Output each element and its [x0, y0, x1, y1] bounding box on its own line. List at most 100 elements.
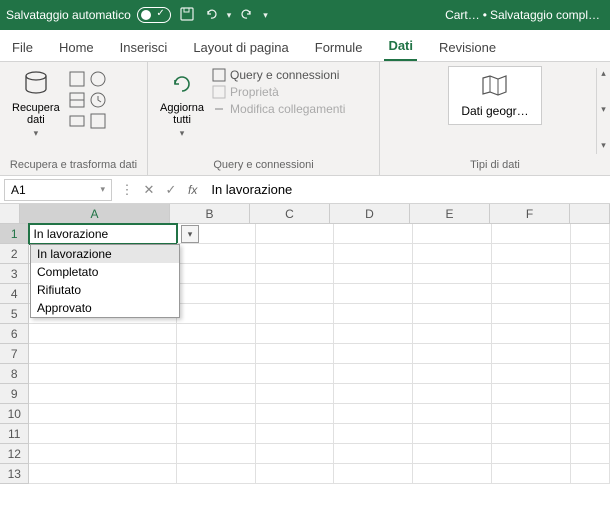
cell[interactable] — [571, 424, 610, 444]
from-text-icon[interactable] — [68, 70, 86, 88]
confirm-icon[interactable]: ✓ — [160, 182, 182, 198]
cell[interactable] — [492, 404, 571, 424]
cell[interactable] — [29, 444, 176, 464]
dropdown-option[interactable]: Completato — [31, 263, 179, 281]
formula-input[interactable]: In lavorazione — [203, 182, 610, 197]
row-header-8[interactable]: 8 — [0, 364, 29, 384]
cell[interactable] — [29, 364, 176, 384]
row-header-7[interactable]: 7 — [0, 344, 29, 364]
col-header-D[interactable]: D — [330, 204, 410, 224]
cell[interactable] — [256, 284, 335, 304]
cell[interactable] — [492, 244, 571, 264]
cell[interactable] — [256, 404, 335, 424]
row-header-3[interactable]: 3 — [0, 264, 29, 284]
name-box[interactable]: A1 ▾ — [4, 179, 112, 201]
cell[interactable] — [334, 364, 413, 384]
cell[interactable] — [413, 264, 492, 284]
chevron-down-icon[interactable]: ▾ — [227, 10, 232, 21]
cell[interactable] — [413, 344, 492, 364]
col-header-C[interactable]: C — [250, 204, 330, 224]
cell[interactable] — [177, 404, 256, 424]
row-header-6[interactable]: 6 — [0, 324, 29, 344]
cell[interactable] — [177, 384, 256, 404]
cell[interactable] — [492, 264, 571, 284]
tab-formule[interactable]: Formule — [311, 34, 367, 61]
existing-conn-icon[interactable] — [68, 112, 86, 130]
cell[interactable] — [29, 324, 176, 344]
cell[interactable] — [177, 284, 256, 304]
cell[interactable] — [334, 324, 413, 344]
cell[interactable] — [256, 324, 335, 344]
col-header-F[interactable]: F — [490, 204, 570, 224]
cell[interactable] — [177, 324, 256, 344]
cell[interactable] — [413, 244, 492, 264]
scroll-more-icon[interactable]: ▾ — [597, 140, 610, 154]
row-header-10[interactable]: 10 — [0, 404, 29, 424]
cell[interactable] — [571, 244, 610, 264]
cell[interactable] — [177, 364, 256, 384]
cell[interactable] — [29, 424, 176, 444]
tab-revisione[interactable]: Revisione — [435, 34, 500, 61]
dropdown-option[interactable]: Approvato — [31, 299, 179, 317]
cell[interactable] — [413, 404, 492, 424]
cell[interactable] — [334, 284, 413, 304]
query-connessioni-cmd[interactable]: Query e connessioni — [212, 68, 345, 82]
cell[interactable] — [256, 224, 335, 244]
cell[interactable] — [29, 344, 176, 364]
cell[interactable] — [492, 464, 571, 484]
cell[interactable] — [177, 464, 256, 484]
cell[interactable] — [334, 444, 413, 464]
cancel-icon[interactable]: ✕ — [138, 182, 160, 198]
cell[interactable] — [334, 264, 413, 284]
row-header-12[interactable]: 12 — [0, 444, 29, 464]
tab-inserisci[interactable]: Inserisci — [116, 34, 172, 61]
fx-icon[interactable]: fx — [182, 183, 203, 197]
cell[interactable] — [492, 424, 571, 444]
row-header-9[interactable]: 9 — [0, 384, 29, 404]
more-icon[interactable] — [89, 112, 107, 130]
cell[interactable] — [29, 384, 176, 404]
dropdown-option[interactable]: In lavorazione — [31, 245, 179, 263]
cell[interactable] — [334, 304, 413, 324]
from-web-icon[interactable] — [89, 70, 107, 88]
cell[interactable] — [413, 364, 492, 384]
autosave-toggle[interactable]: Salvataggio automatico ✓ — [6, 7, 171, 23]
cell[interactable] — [334, 404, 413, 424]
cell-dropdown-button[interactable]: ▾ — [181, 225, 199, 243]
cell[interactable] — [256, 424, 335, 444]
cell[interactable] — [413, 444, 492, 464]
cell[interactable] — [256, 464, 335, 484]
cell[interactable] — [571, 264, 610, 284]
formula-more-icon[interactable]: ⋮ — [116, 182, 138, 198]
cell[interactable] — [29, 404, 176, 424]
cell[interactable] — [571, 284, 610, 304]
col-header-E[interactable]: E — [410, 204, 490, 224]
row-header-4[interactable]: 4 — [0, 284, 29, 304]
overflow-icon[interactable]: ▾ — [263, 10, 268, 21]
select-all-corner[interactable] — [0, 204, 20, 224]
cell[interactable] — [177, 304, 256, 324]
cell[interactable] — [571, 224, 610, 244]
recent-sources-icon[interactable] — [89, 91, 107, 109]
row-header-13[interactable]: 13 — [0, 464, 29, 484]
cell[interactable] — [177, 444, 256, 464]
cell[interactable] — [571, 344, 610, 364]
cell[interactable] — [256, 344, 335, 364]
cell[interactable] — [256, 444, 335, 464]
cell[interactable] — [256, 304, 335, 324]
cell[interactable] — [571, 324, 610, 344]
cell[interactable] — [492, 344, 571, 364]
aggiorna-tutti-button[interactable]: Aggiornatutti ▾ — [156, 66, 208, 141]
cell[interactable] — [571, 464, 610, 484]
cell[interactable] — [413, 384, 492, 404]
cell[interactable] — [177, 424, 256, 444]
cell[interactable] — [177, 344, 256, 364]
col-header-partial[interactable] — [570, 204, 610, 224]
cell[interactable] — [334, 384, 413, 404]
cell[interactable] — [571, 364, 610, 384]
recupera-dati-button[interactable]: Recuperadati ▾ — [8, 66, 64, 141]
cell[interactable] — [256, 264, 335, 284]
cell[interactable] — [256, 364, 335, 384]
cell[interactable] — [413, 284, 492, 304]
row-header-1[interactable]: 1 — [0, 224, 29, 244]
